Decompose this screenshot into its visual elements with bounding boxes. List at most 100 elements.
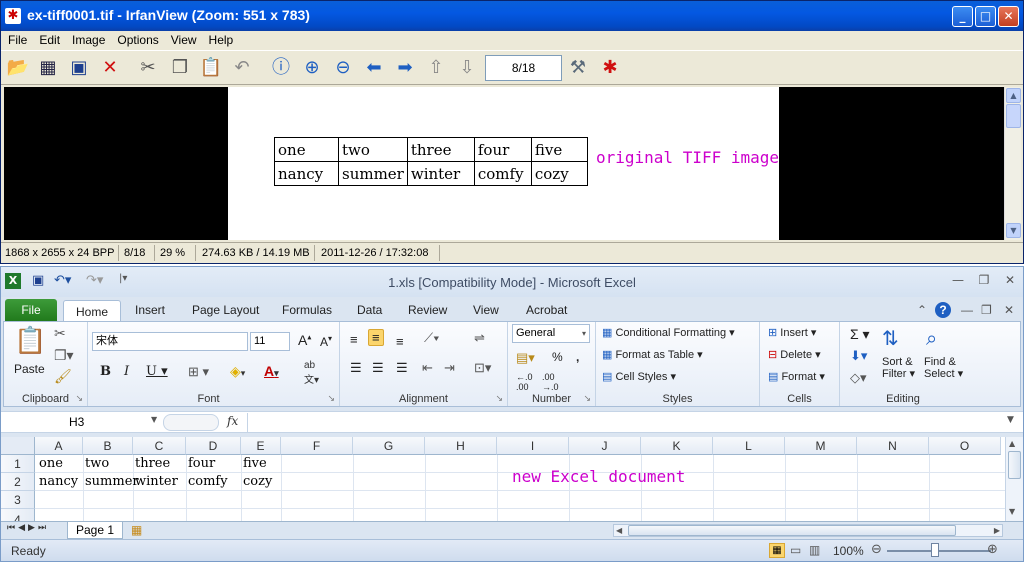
- font-size-box[interactable]: 11: [250, 332, 290, 351]
- expand-formula-bar-icon[interactable]: ▼: [1007, 415, 1014, 425]
- select-all-corner[interactable]: [1, 437, 35, 455]
- ribbon-minimize-icon[interactable]: ⌃: [917, 299, 927, 321]
- minimize-button[interactable]: _: [952, 6, 973, 27]
- irfanview-logo-icon[interactable]: ✱: [597, 55, 623, 81]
- dialog-launcher-icon[interactable]: ↘: [75, 393, 83, 404]
- middle-align-icon[interactable]: ≡: [368, 329, 384, 346]
- menu-view[interactable]: View: [165, 31, 203, 49]
- scroll-thumb[interactable]: [1008, 451, 1021, 479]
- sort-filter-button[interactable]: Sort & Filter ▾: [882, 356, 915, 380]
- menu-options[interactable]: Options: [111, 31, 164, 49]
- tab-formulas[interactable]: Formulas: [282, 299, 332, 321]
- zoom-level[interactable]: 100%: [833, 544, 864, 558]
- column-header[interactable]: C: [133, 437, 186, 455]
- menu-edit[interactable]: Edit: [33, 31, 66, 49]
- delete-cells-button[interactable]: ⊟ Delete ▾: [768, 348, 821, 361]
- top-align-icon[interactable]: ≡: [350, 332, 358, 347]
- excel-vertical-scrollbar[interactable]: ▲ ▼: [1005, 437, 1023, 521]
- cut-icon[interactable]: ✂: [54, 326, 66, 342]
- percent-icon[interactable]: %: [552, 350, 563, 364]
- font-color-icon[interactable]: A▾: [264, 363, 279, 379]
- insert-function-icon[interactable]: fx: [227, 414, 238, 428]
- column-header[interactable]: G: [353, 437, 425, 455]
- find-select-button[interactable]: Find & Select ▾: [924, 356, 963, 380]
- undo-icon[interactable]: ↶: [229, 55, 255, 81]
- column-header[interactable]: D: [186, 437, 241, 455]
- column-header[interactable]: J: [569, 437, 641, 455]
- grow-font-icon[interactable]: A▴: [298, 332, 311, 348]
- chevron-down-icon[interactable]: ▾: [582, 325, 586, 342]
- column-header[interactable]: N: [857, 437, 929, 455]
- decrease-decimal-icon[interactable]: .00 →.0: [542, 372, 559, 392]
- cell-d1[interactable]: four: [186, 456, 215, 471]
- name-box[interactable]: H3: [5, 413, 157, 432]
- autosum-icon[interactable]: Σ ▾: [850, 326, 870, 343]
- tab-data[interactable]: Data: [357, 299, 382, 321]
- previous-icon[interactable]: ⬅: [361, 55, 387, 81]
- cell-c1[interactable]: three: [133, 456, 170, 471]
- menu-image[interactable]: Image: [66, 31, 111, 49]
- font-name-box[interactable]: 宋体: [92, 332, 248, 351]
- clear-icon[interactable]: ◇▾: [850, 370, 867, 386]
- info-icon[interactable]: ⓘ: [268, 55, 294, 81]
- cell-b2[interactable]: summer: [83, 474, 139, 489]
- slideshow-icon[interactable]: ▦: [35, 55, 61, 81]
- merge-center-icon[interactable]: ⊡▾: [474, 360, 491, 376]
- tab-view[interactable]: View: [473, 299, 499, 321]
- column-header[interactable]: B: [83, 437, 133, 455]
- zoom-slider-knob[interactable]: [931, 543, 939, 557]
- dialog-launcher-icon[interactable]: ↘: [327, 393, 335, 404]
- sheet-navigation-icon[interactable]: ⏮◀▶⏭: [7, 523, 49, 533]
- next-icon[interactable]: ➡: [392, 55, 418, 81]
- fill-icon[interactable]: ⬇▾: [850, 348, 867, 364]
- sort-filter-icon[interactable]: ⇅: [882, 326, 899, 350]
- column-header[interactable]: L: [713, 437, 785, 455]
- close-button[interactable]: ✕: [1001, 273, 1019, 287]
- column-header[interactable]: H: [425, 437, 497, 455]
- tab-acrobat[interactable]: Acrobat: [526, 299, 567, 321]
- sheet-tab[interactable]: Page 1: [67, 522, 123, 539]
- row-header[interactable]: 2: [1, 473, 35, 491]
- cell-e1[interactable]: five: [241, 456, 267, 471]
- accounting-icon[interactable]: ▤▾: [516, 350, 535, 366]
- delete-icon[interactable]: ✕: [97, 55, 123, 81]
- maximize-button[interactable]: □: [975, 6, 996, 27]
- irfanview-vertical-scrollbar[interactable]: ▲ ▼: [1004, 87, 1021, 240]
- paste-icon[interactable]: 📋: [14, 326, 46, 356]
- save-icon[interactable]: ▣: [66, 55, 92, 81]
- doc-minimize-button[interactable]: —: [961, 299, 973, 321]
- row-header[interactable]: 1: [1, 455, 35, 473]
- tab-review[interactable]: Review: [408, 299, 447, 321]
- increase-decimal-icon[interactable]: ←.0.00: [516, 372, 533, 392]
- zoom-out-icon[interactable]: ⊖: [871, 542, 882, 557]
- scroll-left-icon[interactable]: ◀: [616, 525, 622, 536]
- scroll-down-icon[interactable]: ▼: [1009, 507, 1015, 516]
- align-center-icon[interactable]: ☰: [372, 360, 384, 376]
- insert-cells-button[interactable]: ⊞ Insert ▾: [768, 326, 816, 339]
- tab-page-layout[interactable]: Page Layout: [192, 299, 259, 321]
- align-right-icon[interactable]: ☰: [396, 360, 408, 376]
- properties-icon[interactable]: ⚒: [565, 55, 591, 81]
- comma-icon[interactable]: ,: [576, 350, 579, 364]
- menu-help[interactable]: Help: [203, 31, 240, 49]
- format-painter-icon[interactable]: 🖌: [54, 369, 72, 385]
- decrease-indent-icon[interactable]: ⇤: [422, 360, 433, 376]
- scroll-up-icon[interactable]: ▲: [1009, 439, 1015, 448]
- tab-home[interactable]: Home: [63, 300, 121, 322]
- cell-e2[interactable]: cozy: [241, 474, 272, 489]
- increase-indent-icon[interactable]: ⇥: [444, 360, 455, 376]
- fill-color-icon[interactable]: ◈▾: [230, 363, 245, 380]
- close-button[interactable]: ✕: [998, 6, 1019, 27]
- format-as-table-button[interactable]: ▦ Format as Table ▾: [602, 348, 703, 361]
- cell-a1[interactable]: one: [37, 456, 63, 471]
- wrap-text-icon[interactable]: ⇌: [474, 330, 485, 346]
- cell-b1[interactable]: two: [83, 456, 109, 471]
- scroll-up-icon[interactable]: ▲: [1006, 88, 1021, 103]
- column-header[interactable]: E: [241, 437, 281, 455]
- cut-icon[interactable]: ✂: [135, 55, 161, 81]
- doc-close-button[interactable]: ✕: [1004, 299, 1014, 321]
- insert-sheet-icon[interactable]: ▦: [131, 523, 142, 537]
- format-cells-button[interactable]: ▤ Format ▾: [768, 370, 825, 383]
- paste-button[interactable]: Paste: [14, 362, 45, 376]
- copy-icon[interactable]: ❐: [167, 55, 193, 81]
